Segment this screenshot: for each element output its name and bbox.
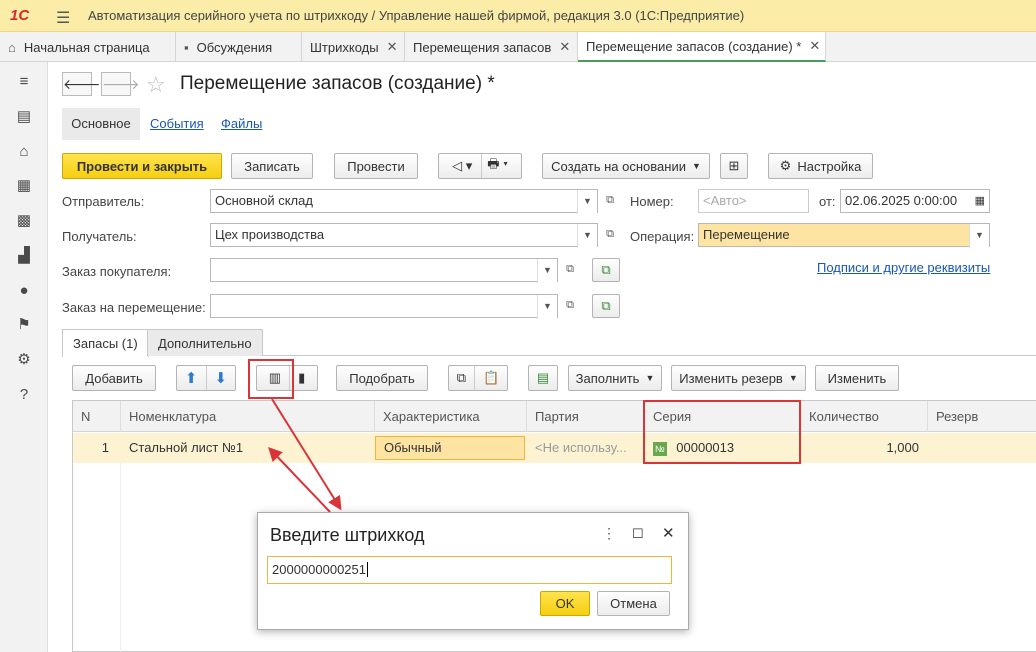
input-value: 2000000000251	[272, 562, 366, 577]
close-icon[interactable]: ✕	[662, 524, 675, 542]
maximize-icon[interactable]: ☐	[632, 526, 644, 542]
dialog-title: Введите штрихкод	[270, 525, 425, 545]
barcode-dialog: Введите штрихкод ⋮ ☐ ✕ 2000000000251 OK …	[257, 512, 689, 630]
ok-button[interactable]: OK	[540, 591, 590, 616]
arrow-to-row	[268, 446, 331, 513]
text-cursor	[367, 562, 368, 577]
more-icon[interactable]: ⋮	[602, 525, 616, 542]
cancel-button[interactable]: Отмена	[597, 591, 670, 616]
barcode-input[interactable]: 2000000000251	[267, 556, 672, 584]
arrow-to-dialog	[271, 398, 342, 511]
